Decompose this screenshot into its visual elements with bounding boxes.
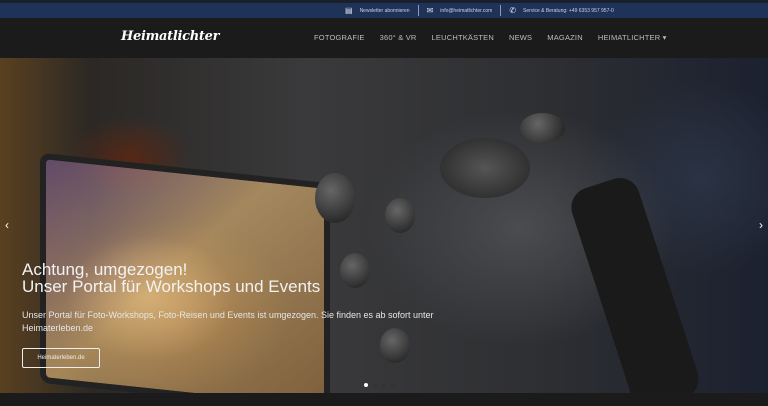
hero-slider: ‹ › Achtung, umgezogen! Unser Portal für … <box>0 58 768 393</box>
slider-dots <box>364 383 395 387</box>
email-label: info@heimatlichter.com <box>440 7 493 14</box>
envelope-icon: ✉ <box>426 6 434 15</box>
hero-image-button <box>315 173 355 223</box>
hero-image-button <box>520 113 565 143</box>
slider-dot[interactable] <box>391 383 395 387</box>
hero-title: Achtung, umgezogen! Unser Portal für Work… <box>22 261 462 295</box>
nav-item-1[interactable]: 360° & VR <box>380 33 417 42</box>
hero-image-button <box>385 198 415 233</box>
nav-menu: FOTOGRAFIE 360° & VR LEUCHTKÄSTEN NEWS MAGAZ… <box>314 33 667 42</box>
email-link[interactable]: ✉ info@heimatlichter.com <box>419 6 501 15</box>
heimaterleben-button[interactable]: Heimaterleben.de <box>22 348 100 368</box>
hero-caption: Achtung, umgezogen! Unser Portal für Work… <box>22 261 462 368</box>
prev-slide-arrow[interactable]: ‹ <box>5 218 9 232</box>
nav-item-3[interactable]: NEWS <box>509 33 532 42</box>
newsletter-link[interactable]: ▤ Newsletter abonnieren <box>337 6 418 15</box>
newsletter-icon: ▤ <box>345 6 353 15</box>
top-bar: ▤ Newsletter abonnieren ✉ info@heimatlicht… <box>0 3 768 18</box>
nav-item-0[interactable]: FOTOGRAFIE <box>314 33 365 42</box>
slider-dot[interactable] <box>382 383 386 387</box>
logo[interactable]: Heimatlichter <box>121 29 219 44</box>
phone-icon: ✆ <box>509 6 517 15</box>
main-nav: Heimatlichter FOTOGRAFIE 360° & VR LEUCHTK… <box>0 18 768 58</box>
slider-dot[interactable] <box>364 383 368 387</box>
nav-item-4[interactable]: MAGAZIN <box>547 33 583 42</box>
newsletter-label: Newsletter abonnieren <box>359 7 410 14</box>
hero-text: Unser Portal für Foto-Workshops, Foto-Re… <box>22 310 434 333</box>
phone-label: Service & Beratung: +49 6353 957 957-0 <box>523 7 614 14</box>
slider-dot[interactable] <box>373 383 377 387</box>
nav-item-2[interactable]: LEUCHTKÄSTEN <box>432 33 494 42</box>
hero-image-mode-dial <box>440 138 530 198</box>
hero-image-strap <box>566 172 704 393</box>
footer-strip <box>0 393 768 406</box>
next-slide-arrow[interactable]: › <box>759 218 763 232</box>
phone-link[interactable]: ✆ Service & Beratung: +49 6353 957 957-0 <box>501 6 621 15</box>
hero-title-line2: Unser Portal für Workshops und Events <box>22 277 321 296</box>
nav-item-5[interactable]: HEIMATLICHTER ▾ <box>598 33 667 42</box>
